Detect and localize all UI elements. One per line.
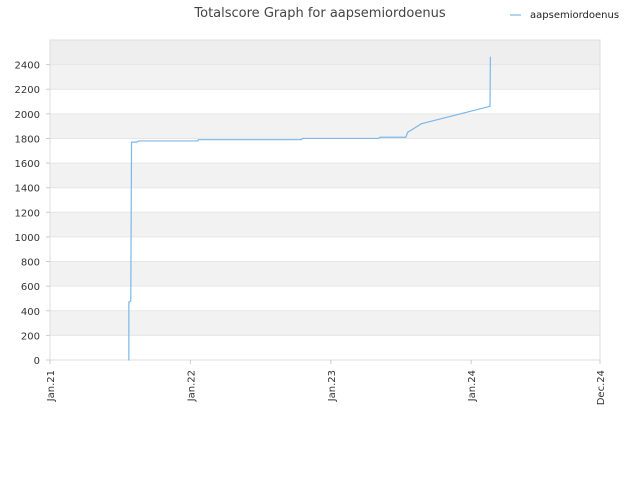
y-tick-label: 2200 [15,85,40,96]
data-point [197,139,200,141]
chart-container: 0 200 400 600 800 1000 1200 1400 1600 1800 2000 220… [0,0,640,480]
plot-band [50,261,600,287]
data-point [197,140,199,142]
data-point [379,136,381,138]
data-point [300,139,302,141]
y-tick-label: 800 [21,258,40,269]
plot-bands [50,40,600,360]
plot-band [50,212,600,237]
data-point [405,136,407,138]
data-point [138,140,140,142]
data-point [489,56,491,58]
plot-band [50,113,600,139]
y-tick-label: 400 [21,307,40,318]
data-point [128,359,130,361]
legend-label: aapsemiordoenus [530,10,619,21]
data-point [130,141,133,143]
y-tick-label: 200 [21,331,40,342]
x-tick-label: Jan.24 [467,370,478,402]
data-point [136,141,138,143]
plot-band [50,236,600,262]
plot-band [50,286,600,311]
x-tick-label: Dec.24 [596,370,607,405]
plot-band [50,40,600,65]
legend: aapsemiordoenus [510,10,619,21]
data-point [377,137,380,140]
data-point [489,105,491,108]
plot-band [50,64,600,90]
x-axis-ticks: Jan.21 Jan.22 Jan.23 Jan.24 Dec.24 [46,360,607,405]
y-tick-label: 1000 [15,233,40,244]
data-point [407,131,409,133]
y-axis-ticks: 0 200 400 600 800 1000 1200 1400 1600 1800 2000 220… [15,61,50,367]
data-point [130,300,132,302]
x-tick-label: Jan.22 [186,370,197,402]
plot-band [50,335,600,360]
plot-band [50,163,600,188]
y-tick-label: 1400 [15,184,40,195]
y-tick-label: 600 [21,282,40,293]
y-tick-label: 0 [34,356,40,367]
totalscore-chart: 0 200 400 600 800 1000 1200 1400 1600 1800 2000 220… [15,6,620,405]
plot-band [50,89,600,114]
data-point [302,137,304,140]
data-point [420,123,423,125]
y-tick-label: 2400 [15,61,40,72]
y-tick-label: 1200 [15,208,40,219]
x-tick-label: Jan.23 [327,370,338,402]
data-point [128,301,130,303]
chart-title: Totalscore Graph for aapsemiordoenus [193,6,445,21]
y-tick-label: 1600 [15,159,40,170]
y-tick-label: 2000 [15,110,40,121]
plot-band [50,187,600,213]
x-tick-label: Jan.21 [46,370,57,402]
y-tick-label: 1800 [15,134,40,145]
plot-band [50,310,600,336]
